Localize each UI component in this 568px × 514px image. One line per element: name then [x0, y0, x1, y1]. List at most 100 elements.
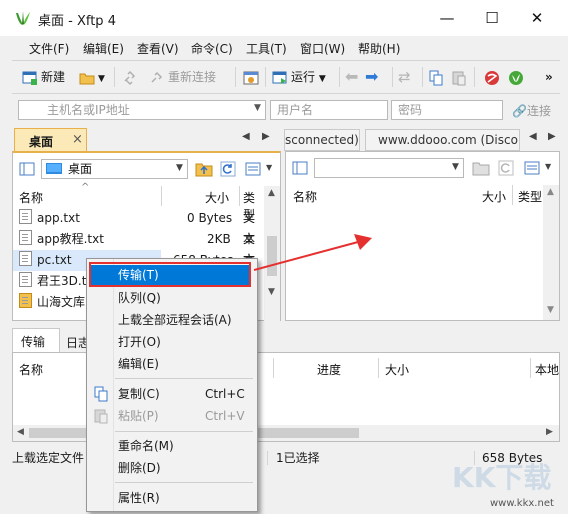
- tab-next-icon[interactable]: ▶: [262, 131, 270, 142]
- maximize-button[interactable]: ☐: [477, 6, 507, 30]
- column-header-name[interactable]: 名称: [19, 189, 43, 206]
- xshell-button[interactable]: [484, 67, 503, 87]
- column-divider: [530, 358, 531, 378]
- menu-item-copy[interactable]: 复制(C): [118, 385, 160, 403]
- refresh-icon[interactable]: [220, 161, 236, 177]
- folder-up-icon[interactable]: [195, 161, 213, 177]
- status-message: 上载选定文件: [12, 451, 85, 465]
- menu-tools[interactable]: 工具(T): [246, 40, 287, 57]
- new-session-label: 新建: [41, 70, 66, 84]
- toolbar-divider: [392, 67, 393, 87]
- username-input[interactable]: 用户名: [270, 100, 388, 120]
- host-input[interactable]: 主机名或IP地址: [18, 100, 266, 120]
- menu-edit[interactable]: 编辑(E): [83, 40, 124, 57]
- column-header-progress[interactable]: 进度: [317, 361, 341, 378]
- chevron-down-icon[interactable]: ▼: [254, 103, 261, 113]
- xftp-button[interactable]: [508, 67, 527, 87]
- scroll-down-icon[interactable]: ▼: [268, 287, 275, 297]
- refresh-icon[interactable]: [498, 160, 514, 176]
- menu-item-open[interactable]: 打开(O): [118, 333, 161, 351]
- connect-button[interactable]: 🔗连接: [512, 102, 551, 119]
- panel-toggle-icon[interactable]: [19, 161, 35, 177]
- text-file-icon: [19, 209, 32, 224]
- tab-transfer[interactable]: 传输: [12, 328, 60, 352]
- tab-disconnected[interactable]: sconnected): [284, 129, 360, 151]
- local-path-select[interactable]: 桌面: [41, 159, 188, 179]
- title-bar: 桌面 - Xftp 4 — ☐ ✕: [0, 0, 568, 36]
- menu-gutter: [113, 259, 114, 511]
- scroll-right-icon[interactable]: ▶: [546, 427, 553, 437]
- menu-window[interactable]: 窗口(W): [300, 40, 345, 57]
- menu-item-edit[interactable]: 编辑(E): [118, 355, 159, 373]
- column-header-local[interactable]: 本地: [535, 361, 559, 378]
- table-row[interactable]: app教程.txt 2KB 文本: [13, 229, 264, 267]
- tab-prev-icon[interactable]: ◀: [529, 131, 537, 142]
- menu-item-queue[interactable]: 队列(Q): [118, 289, 161, 307]
- menu-item-rename[interactable]: 重命名(M): [118, 437, 174, 455]
- back-arrow-icon[interactable]: ⬅: [345, 67, 358, 87]
- menu-separator: [115, 431, 253, 432]
- chevron-down-icon[interactable]: ▼: [266, 163, 272, 172]
- file-name-text: pc.txt: [37, 253, 72, 267]
- menu-file[interactable]: 文件(F): [29, 40, 69, 57]
- reconnect-button[interactable]: 重新连接: [149, 67, 216, 87]
- folder-open-icon: [79, 73, 95, 84]
- annotation-arrow: [253, 234, 372, 271]
- close-button[interactable]: ✕: [522, 6, 552, 30]
- table-row[interactable]: app.txt 0 Bytes 文本: [13, 208, 264, 246]
- chevron-down-icon[interactable]: ▼: [545, 162, 551, 171]
- panel-toggle-icon[interactable]: [292, 160, 308, 176]
- chevron-down-icon[interactable]: ▼: [176, 163, 183, 173]
- tab-close-icon[interactable]: ×: [72, 132, 83, 147]
- chevron-down-icon[interactable]: ▼: [98, 74, 105, 84]
- menu-item-properties[interactable]: 属性(R): [118, 489, 160, 507]
- copy-toolbar-button[interactable]: [428, 67, 447, 87]
- text-file-icon: [19, 230, 32, 245]
- column-header-type[interactable]: 类型: [518, 188, 542, 205]
- tab-desktop[interactable]: 桌面 ×: [14, 128, 87, 152]
- tab-prev-icon[interactable]: ◀: [242, 131, 250, 142]
- menu-command[interactable]: 命令(C): [191, 40, 233, 57]
- sync-icon[interactable]: ⇄: [398, 67, 411, 87]
- password-input[interactable]: 密码: [391, 100, 503, 120]
- new-session-button[interactable]: 新建: [22, 67, 65, 87]
- link-button[interactable]: [122, 67, 141, 87]
- link-icon: [124, 70, 136, 85]
- tab-next-icon[interactable]: ▶: [548, 131, 556, 142]
- menu-help[interactable]: 帮助(H): [358, 40, 400, 57]
- view-mode-icon[interactable]: [524, 160, 540, 176]
- folder-up-icon[interactable]: [472, 160, 490, 176]
- menu-item-paste[interactable]: 粘贴(P): [118, 407, 159, 425]
- remote-path-select[interactable]: [314, 158, 464, 178]
- chevron-down-icon[interactable]: ▼: [452, 162, 459, 172]
- window-title: 桌面 - Xftp 4: [38, 14, 116, 29]
- minimize-button[interactable]: —: [432, 6, 462, 30]
- view-mode-icon[interactable]: [245, 161, 261, 177]
- column-header-name[interactable]: 名称: [19, 361, 43, 378]
- toolbar-overflow-button[interactable]: »: [545, 67, 553, 87]
- scroll-up-icon[interactable]: ▲: [547, 187, 554, 197]
- column-header-size[interactable]: 大小: [482, 188, 506, 205]
- menu-item-transfer[interactable]: 传输(T): [118, 266, 159, 284]
- scroll-left-icon[interactable]: ◀: [17, 427, 24, 437]
- column-header-size[interactable]: 大小: [385, 361, 409, 378]
- scroll-down-icon[interactable]: ▼: [547, 305, 554, 315]
- local-path-value: 桌面: [68, 162, 93, 176]
- run-button[interactable]: 运行 ▼: [272, 67, 326, 87]
- toolbar-divider: [422, 67, 423, 87]
- right-scrollbar[interactable]: ▲ ▼: [543, 185, 559, 320]
- forward-arrow-icon[interactable]: ➡: [365, 67, 378, 87]
- menu-item-delete[interactable]: 删除(D): [118, 459, 161, 477]
- scroll-up-icon[interactable]: ▲: [268, 188, 275, 198]
- toolbar-divider: [265, 67, 266, 87]
- column-header-name[interactable]: 名称: [293, 188, 317, 205]
- tab-remote-session[interactable]: www.ddooo.com (Disco: [365, 129, 520, 151]
- open-folder-button[interactable]: ▼: [79, 67, 105, 87]
- menu-item-upload-all[interactable]: 上载全部远程会话(A): [118, 311, 232, 329]
- menu-view[interactable]: 查看(V): [137, 40, 179, 57]
- chevron-down-icon[interactable]: ▼: [319, 74, 326, 84]
- column-header-size[interactable]: 大小: [205, 189, 229, 206]
- properties-button[interactable]: [243, 67, 262, 87]
- paste-toolbar-button[interactable]: [451, 67, 470, 87]
- menu-separator: [115, 378, 253, 379]
